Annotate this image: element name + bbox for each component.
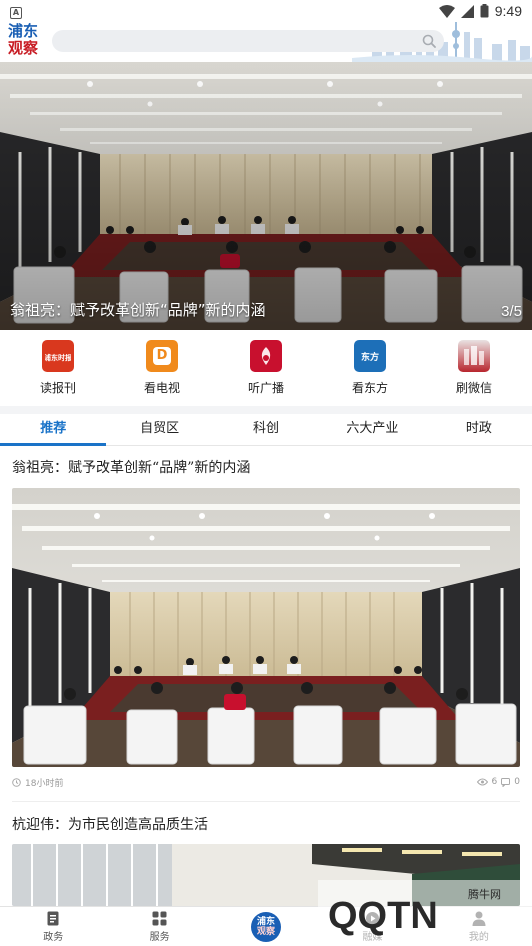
bottom-navigation: 政务 服务 浦东 观察 融媒 我的: [0, 906, 532, 946]
article-separator: [12, 801, 520, 802]
nav-item-mine[interactable]: 我的: [426, 907, 532, 946]
search-bar[interactable]: [52, 30, 444, 52]
logo-line1: 浦东: [8, 22, 39, 40]
nav-label: 我的: [468, 931, 489, 943]
center-logo-line2: 观察: [257, 926, 276, 937]
logo-line2: 观察: [8, 39, 39, 57]
battery-icon: [480, 4, 489, 18]
nav-item-media[interactable]: 融媒: [319, 907, 425, 946]
center-logo-icon: 浦东 观察: [251, 911, 282, 942]
comment-icon[interactable]: [501, 777, 511, 787]
search-icon[interactable]: [422, 34, 436, 48]
shortcut-tv[interactable]: D 看电视: [117, 340, 207, 396]
tab-tech[interactable]: 科创: [213, 414, 319, 445]
shortcut-label: 看电视: [143, 381, 180, 395]
shortcut-radio[interactable]: 听广播: [221, 340, 311, 396]
newspaper-icon-glyph: 浦东时报: [45, 353, 71, 362]
user-icon: [472, 911, 486, 926]
shortcut-row: 浦东时报 读报刊 D 看电视 听广播 东方 看东方 刷微信: [0, 330, 532, 406]
center-logo-line1: 浦东: [257, 916, 276, 927]
article-time: 18小时前: [25, 778, 64, 789]
article-title[interactable]: 杭迎伟：为市民创造高品质生活: [12, 815, 520, 835]
tab-recommend[interactable]: 推荐: [0, 414, 107, 446]
shortcut-label: 看东方: [351, 381, 388, 395]
article-image[interactable]: [12, 488, 520, 767]
grid-icon: [152, 911, 167, 925]
clock-icon: [12, 777, 21, 787]
shortcut-label: 读报刊: [39, 381, 76, 395]
article-title[interactable]: 翁祖亮：赋予改革创新“品牌”新的内涵: [12, 458, 520, 478]
newspaper-icon: 浦东时报: [42, 340, 74, 372]
article-image[interactable]: [12, 844, 520, 906]
document-icon: [47, 911, 59, 925]
nav-label: 服务: [149, 931, 170, 943]
a-icon: A: [10, 6, 22, 19]
wechat-icon: [458, 340, 490, 372]
article-meta: 18小时前 6 0: [12, 774, 520, 790]
shortcut-label: 刷微信: [455, 381, 492, 395]
app-logo[interactable]: 浦东 观察: [8, 23, 46, 61]
nav-item-home[interactable]: 浦东 观察: [213, 907, 319, 946]
tab-politics[interactable]: 时政: [426, 414, 532, 445]
tv-icon-glyph: D: [153, 347, 171, 365]
nav-item-service[interactable]: 服务: [106, 907, 212, 946]
nav-item-government[interactable]: 政务: [0, 907, 106, 946]
banner-carousel[interactable]: 翁祖亮：赋予改革创新“品牌”新的内涵 3/5: [0, 62, 532, 330]
nav-label: 政务: [43, 931, 64, 943]
radio-icon: [250, 340, 282, 372]
article-views: 6: [491, 777, 498, 787]
tab-six-industries[interactable]: 六大产业: [319, 414, 425, 445]
east-icon: 东方: [354, 340, 386, 372]
article-photo: [12, 488, 520, 767]
status-time: 9:49: [494, 3, 522, 19]
status-bar: A 9:49: [0, 0, 532, 22]
header: 浦东 观察: [0, 22, 532, 62]
section-divider: [0, 406, 532, 414]
article-card[interactable]: 翁祖亮：赋予改革创新“品牌”新的内涵: [12, 458, 520, 478]
shortcut-newspaper[interactable]: 浦东时报 读报刊: [13, 340, 103, 396]
status-right: 9:49: [438, 3, 522, 19]
category-tabs: 推荐 自贸区 科创 六大产业 时政: [0, 414, 532, 446]
signal-icon: [460, 4, 474, 18]
banner-caption[interactable]: 翁祖亮：赋予改革创新“品牌”新的内涵: [10, 299, 266, 320]
banner-photo: [0, 62, 532, 330]
nav-label: 融媒: [362, 931, 383, 943]
shortcut-east[interactable]: 东方 看东方: [325, 340, 415, 396]
shortcut-wechat[interactable]: 刷微信: [429, 340, 519, 396]
wifi-icon: [438, 4, 455, 18]
search-input[interactable]: [64, 30, 404, 52]
east-icon-glyph: 东方: [360, 352, 379, 363]
article-meta-left: 18小时前: [12, 776, 63, 789]
tab-free-trade-zone[interactable]: 自贸区: [106, 414, 212, 445]
banner-pager: 3/5: [501, 303, 522, 320]
eye-icon: [476, 778, 488, 786]
media-icon: [365, 911, 379, 925]
article-card[interactable]: 杭迎伟：为市民创造高品质生活: [12, 815, 520, 835]
article-comments: 0: [514, 777, 520, 787]
tv-icon: D: [146, 340, 178, 372]
article-meta-right: 6 0: [476, 777, 520, 787]
shortcut-label: 听广播: [247, 381, 284, 395]
status-left: A: [10, 4, 22, 19]
article-photo: [12, 844, 520, 906]
